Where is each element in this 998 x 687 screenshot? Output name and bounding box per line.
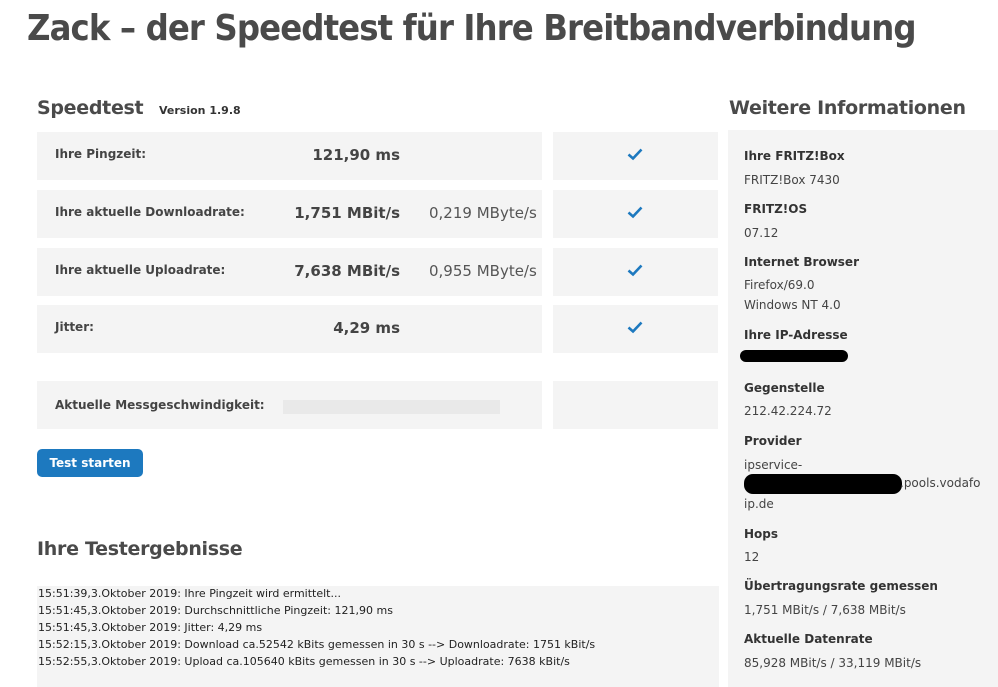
current-speed-row: Aktuelle Messgeschwindigkeit:	[37, 381, 542, 429]
measured-rate-value: 1,751 MBit/s / 7,638 MBit/s	[744, 603, 906, 617]
fritzos-label: FRITZ!OS	[744, 202, 808, 216]
peer-label: Gegenstelle	[744, 381, 825, 395]
log-line: 15:52:55,3.Oktober 2019: Upload ca.10564…	[38, 655, 570, 668]
download-status-cell	[553, 190, 718, 238]
jitter-label: Jitter:	[55, 320, 94, 334]
current-datarate-label: Aktuelle Datenrate	[744, 632, 873, 646]
current-speed-progress-bar	[283, 400, 500, 414]
redaction-mark	[744, 474, 902, 494]
log-line: 15:51:45,3.Oktober 2019: Jitter: 4,29 ms	[38, 621, 263, 634]
upload-row: Ihre aktuelle Uploadrate: 7,638 MBit/s 0…	[37, 248, 542, 296]
speedtest-heading: Speedtest	[37, 97, 144, 119]
fritzos-value: 07.12	[744, 226, 779, 240]
log-line: 15:52:15,3.Oktober 2019: Download ca.525…	[38, 638, 596, 651]
checkmark-icon	[627, 264, 643, 277]
jitter-row: Jitter: 4,29 ms	[37, 305, 542, 353]
download-row: Ihre aktuelle Downloadrate: 1,751 MBit/s…	[37, 190, 542, 238]
info-heading: Weitere Informationen	[729, 97, 966, 119]
current-speed-status-cell	[553, 381, 718, 429]
measured-rate-label: Übertragungsrate gemessen	[744, 579, 938, 593]
fritzbox-value: FRITZ!Box 7430	[744, 173, 840, 187]
hops-label: Hops	[744, 527, 779, 541]
info-panel: Ihre FRITZ!Box FRITZ!Box 7430 FRITZ!OS 0…	[728, 130, 998, 687]
version-label: Version 1.9.8	[159, 104, 241, 117]
checkmark-icon	[627, 148, 643, 161]
browser-label: Internet Browser	[744, 255, 859, 269]
log-line: 15:51:45,3.Oktober 2019: Durchschnittlic…	[38, 604, 393, 617]
ip-address-label: Ihre IP-Adresse	[744, 328, 848, 342]
start-test-button[interactable]: Test starten	[37, 449, 143, 477]
provider-value-line3: ip.de	[744, 497, 774, 511]
download-value: 1,751 MBit/s	[294, 204, 400, 222]
ping-status-cell	[553, 132, 718, 180]
fritzbox-label: Ihre FRITZ!Box	[744, 149, 845, 163]
ping-row: Ihre Pingzeit: 121,90 ms	[37, 132, 542, 180]
current-datarate-value: 85,928 MBit/s / 33,119 MBit/s	[744, 656, 922, 670]
provider-label: Provider	[744, 434, 802, 448]
provider-value-line1: ipservice-	[744, 458, 803, 472]
download-label: Ihre aktuelle Downloadrate:	[55, 205, 245, 219]
browser-value: Firefox/69.0	[744, 278, 815, 292]
ping-value: 121,90 ms	[312, 146, 400, 164]
redaction-mark	[740, 350, 848, 362]
hops-value: 12	[744, 550, 760, 564]
ping-label: Ihre Pingzeit:	[55, 147, 147, 161]
current-speed-label: Aktuelle Messgeschwindigkeit:	[55, 398, 265, 412]
download-value-mbyte: 0,219 MByte/s	[429, 204, 537, 222]
upload-label: Ihre aktuelle Uploadrate:	[55, 263, 226, 277]
results-heading: Ihre Testergebnisse	[37, 538, 243, 560]
upload-value: 7,638 MBit/s	[294, 262, 400, 280]
peer-value: 212.42.224.72	[744, 404, 832, 418]
results-log: 15:51:39,3.Oktober 2019: Ihre Pingzeit w…	[37, 586, 719, 687]
upload-status-cell	[553, 248, 718, 296]
jitter-value: 4,29 ms	[333, 319, 400, 337]
log-line: 15:51:39,3.Oktober 2019: Ihre Pingzeit w…	[38, 587, 341, 600]
checkmark-icon	[627, 206, 643, 219]
page-title: Zack – der Speedtest für Ihre Breitbandv…	[27, 8, 917, 49]
upload-value-mbyte: 0,955 MByte/s	[429, 262, 537, 280]
os-value: Windows NT 4.0	[744, 298, 841, 312]
checkmark-icon	[627, 321, 643, 334]
provider-value-line2: .pools.vodafo	[900, 476, 981, 490]
jitter-status-cell	[553, 305, 718, 353]
